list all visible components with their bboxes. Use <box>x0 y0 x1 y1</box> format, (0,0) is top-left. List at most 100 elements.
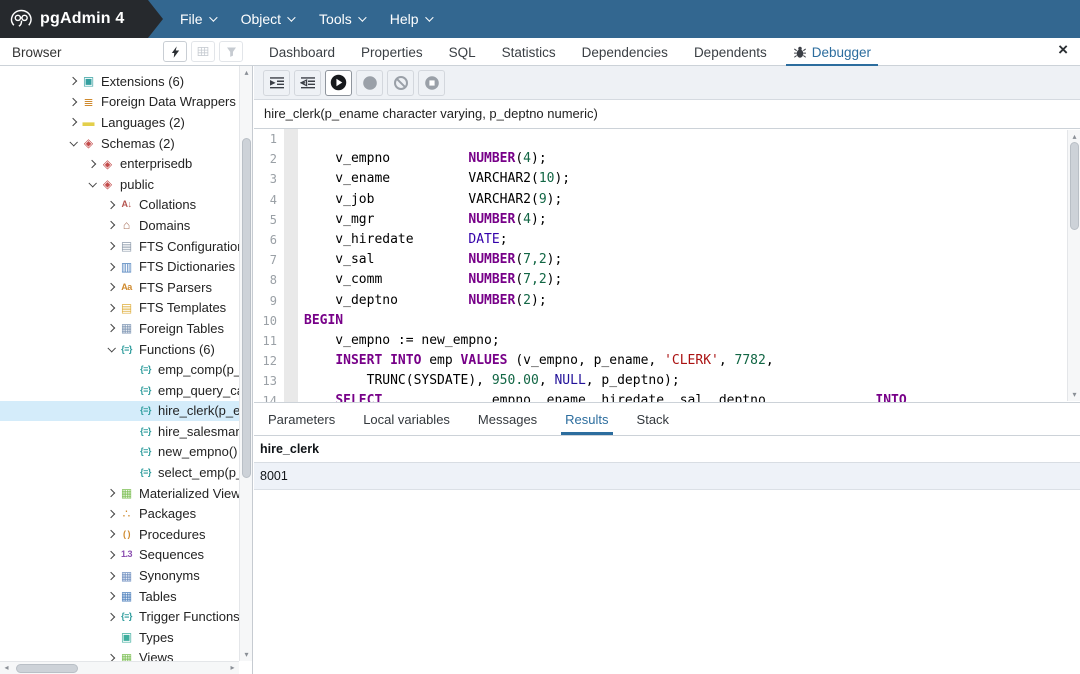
tab-dashboard[interactable]: Dashboard <box>256 38 348 66</box>
tree-item-packages[interactable]: ∴Packages <box>0 503 239 524</box>
breakpoint-gutter[interactable] <box>284 169 298 189</box>
tab-sql[interactable]: SQL <box>436 38 489 66</box>
bottom-tab-parameters[interactable]: Parameters <box>254 403 349 435</box>
line-number[interactable]: 14 <box>254 391 284 402</box>
tree-item-fts-configurations[interactable]: ▤FTS Configurations <box>0 236 239 257</box>
editor-vertical-scrollbar-thumb[interactable] <box>1070 142 1079 230</box>
code-line[interactable]: 3 v_ename VARCHAR2(10); <box>254 169 1080 189</box>
chevron-right-icon[interactable] <box>104 202 118 208</box>
code-line[interactable]: 10BEGIN <box>254 311 1080 331</box>
chevron-right-icon[interactable] <box>104 511 118 517</box>
step-into-button[interactable] <box>263 70 290 96</box>
breakpoint-gutter[interactable] <box>284 210 298 230</box>
menu-object[interactable]: Object <box>241 11 293 27</box>
tab-properties[interactable]: Properties <box>348 38 436 66</box>
chevron-right-icon[interactable] <box>104 593 118 599</box>
line-number[interactable]: 9 <box>254 291 284 311</box>
tree-item-fts-parsers[interactable]: AaFTS Parsers <box>0 277 239 298</box>
editor-vertical-scrollbar[interactable]: ▴ ▾ <box>1067 130 1080 401</box>
tree-item-synonyms[interactable]: ▦Synonyms <box>0 565 239 586</box>
tree-vertical-scrollbar[interactable]: ▴ ▾ <box>239 66 252 661</box>
tree-item-domains[interactable]: ⌂Domains <box>0 215 239 236</box>
tree-item-schema-public[interactable]: ◈public <box>0 174 239 195</box>
code-line[interactable]: 6 v_hiredate DATE; <box>254 230 1080 250</box>
scroll-right-arrow-icon[interactable]: ▸ <box>226 662 239 674</box>
tree-item-collations[interactable]: A↓Collations <box>0 195 239 216</box>
stop-button[interactable] <box>356 70 383 96</box>
continue-button[interactable] <box>325 70 352 96</box>
tree-item-foreign-data-wrappers[interactable]: ≣Foreign Data Wrappers (2) <box>0 92 239 113</box>
tree-item-functions[interactable]: {≡}Functions (6) <box>0 339 239 360</box>
breakpoint-gutter[interactable] <box>284 371 298 391</box>
tree-item-tables[interactable]: ▦Tables <box>0 586 239 607</box>
tab-dependents[interactable]: Dependents <box>681 38 780 66</box>
code-line[interactable]: 7 v_sal NUMBER(7,2); <box>254 250 1080 270</box>
chevron-right-icon[interactable] <box>104 490 118 496</box>
line-number[interactable]: 11 <box>254 331 284 351</box>
breakpoint-gutter[interactable] <box>284 391 298 402</box>
chevron-down-icon[interactable] <box>104 346 118 352</box>
tree-item-types[interactable]: ▣Types <box>0 627 239 648</box>
tree-item-procedures[interactable]: ( )Procedures <box>0 524 239 545</box>
tree-item-fn-hire-clerk[interactable]: {≡}hire_clerk(p_en <box>0 401 239 422</box>
line-number[interactable]: 1 <box>254 129 284 149</box>
tab-dependencies[interactable]: Dependencies <box>569 38 681 66</box>
menu-tools[interactable]: Tools <box>319 11 364 27</box>
bottom-tab-stack[interactable]: Stack <box>623 403 684 435</box>
tree-item-languages[interactable]: ▬Languages (2) <box>0 112 239 133</box>
chevron-right-icon[interactable] <box>104 243 118 249</box>
code-line[interactable]: 11 v_empno := new_empno; <box>254 331 1080 351</box>
bottom-tab-messages[interactable]: Messages <box>464 403 551 435</box>
scroll-down-arrow-icon[interactable]: ▾ <box>240 648 253 661</box>
tree-item-schema-enterprisedb[interactable]: ◈enterprisedb <box>0 153 239 174</box>
step-over-button[interactable] <box>294 70 321 96</box>
code-line[interactable]: 12 INSERT INTO emp VALUES (v_empno, p_en… <box>254 351 1080 371</box>
results-row[interactable]: 8001 <box>254 463 1080 490</box>
toggle-breakpoint-button[interactable] <box>418 70 445 96</box>
menu-file[interactable]: File <box>180 11 215 27</box>
close-icon[interactable]: × <box>1058 40 1068 60</box>
tree-item-extensions[interactable]: ▣Extensions (6) <box>0 71 239 92</box>
query-tool-button[interactable] <box>163 41 187 62</box>
tree-item-schemas[interactable]: ◈Schemas (2) <box>0 133 239 154</box>
chevron-right-icon[interactable] <box>104 222 118 228</box>
line-number[interactable]: 7 <box>254 250 284 270</box>
line-number[interactable]: 8 <box>254 270 284 290</box>
scroll-left-arrow-icon[interactable]: ◂ <box>0 662 13 674</box>
code-line[interactable]: 2 v_empno NUMBER(4); <box>254 149 1080 169</box>
breakpoint-gutter[interactable] <box>284 190 298 210</box>
line-number[interactable]: 2 <box>254 149 284 169</box>
code-line[interactable]: 14 SELECT empno, ename, hiredate, sal, d… <box>254 391 1080 402</box>
tree-item-trigger-functions[interactable]: {≡}Trigger Functions <box>0 606 239 627</box>
tree-horizontal-scrollbar[interactable]: ◂ ▸ <box>0 661 239 674</box>
breakpoint-gutter[interactable] <box>284 270 298 290</box>
tree-item-fn-hire-salesman[interactable]: {≡}hire_salesman( <box>0 421 239 442</box>
tree-vertical-scrollbar-thumb[interactable] <box>242 138 251 478</box>
tree-item-materialized-views[interactable]: ▦Materialized Views <box>0 483 239 504</box>
tree-item-fn-select-emp[interactable]: {≡}select_emp(p_e <box>0 462 239 483</box>
breakpoint-gutter[interactable] <box>284 351 298 371</box>
chevron-right-icon[interactable] <box>104 614 118 620</box>
chevron-right-icon[interactable] <box>104 305 118 311</box>
chevron-right-icon[interactable] <box>66 119 80 125</box>
code-line[interactable]: 5 v_mgr NUMBER(4); <box>254 210 1080 230</box>
cancel-button[interactable] <box>387 70 414 96</box>
chevron-right-icon[interactable] <box>104 264 118 270</box>
tree-item-fn-new-empno[interactable]: {≡}new_empno() <box>0 442 239 463</box>
chevron-right-icon[interactable] <box>104 531 118 537</box>
chevron-right-icon[interactable] <box>104 284 118 290</box>
bottom-tab-results[interactable]: Results <box>551 403 622 435</box>
chevron-right-icon[interactable] <box>66 99 80 105</box>
code-line[interactable]: 4 v_job VARCHAR2(9); <box>254 190 1080 210</box>
breakpoint-gutter[interactable] <box>284 250 298 270</box>
chevron-down-icon[interactable] <box>66 140 80 146</box>
tree-item-sequences[interactable]: 1.3Sequences <box>0 545 239 566</box>
tree-item-fts-dictionaries[interactable]: ▥FTS Dictionaries <box>0 256 239 277</box>
line-number[interactable]: 13 <box>254 371 284 391</box>
line-number[interactable]: 5 <box>254 210 284 230</box>
menu-help[interactable]: Help <box>390 11 431 27</box>
chevron-down-icon[interactable] <box>85 181 99 187</box>
line-number[interactable]: 6 <box>254 230 284 250</box>
line-number[interactable]: 4 <box>254 190 284 210</box>
breakpoint-gutter[interactable] <box>284 149 298 169</box>
